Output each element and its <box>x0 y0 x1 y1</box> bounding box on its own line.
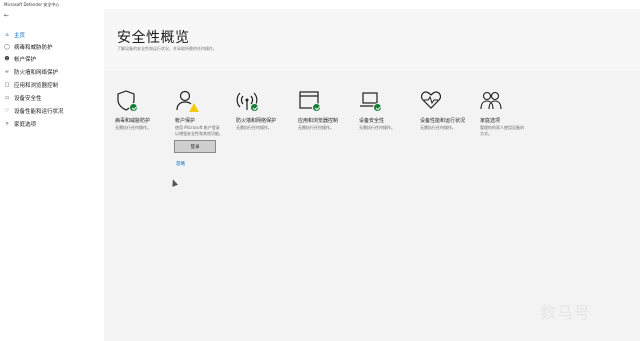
sidebar-item-firewall[interactable]: ≈ 防火墙和网络保护 <box>0 66 104 78</box>
tile-title: 设备安全性 <box>359 118 385 124</box>
sidebar-item-app-browser[interactable]: □ 应用和浏览器控制 <box>0 79 104 91</box>
sidebar: ← ⌂ 主页 ◯ 病毒和威胁防护 ☻ 帐户保护 ≈ 防火墙和网络保护 □ 应用和… <box>0 9 104 341</box>
overview-header: 安全性概览 了解设备的安全性和运行状况，并采取所需的任何操作。 <box>104 9 640 71</box>
tile-device-security[interactable]: 设备安全性 无需执行任何操作。 <box>359 89 419 130</box>
tile-description: 管理你的家人使用设备的 <box>480 125 524 130</box>
family-icon: ⚪ <box>4 121 10 127</box>
tile-account-protection[interactable]: 帐户保护 使用 Microsoft 帐户登录 以增强安全性和其他功能。 <box>175 89 235 136</box>
ok-status-icon <box>129 103 138 112</box>
app-browser-icon <box>298 89 321 112</box>
sidebar-item-home[interactable]: ⌂ 主页 <box>0 29 104 41</box>
tile-device-health[interactable]: 设备性能和运行状况 无需执行任何操作。 <box>420 89 480 130</box>
warning-status-icon <box>189 103 199 112</box>
tile-title: 病毒和威胁防护 <box>115 118 151 124</box>
tile-description: 无需执行任何操作。 <box>359 125 395 130</box>
tile-title: 应用和浏览器控制 <box>298 118 339 124</box>
heart-icon: ♡ <box>4 108 10 114</box>
sidebar-item-device-health[interactable]: ♡ 设备性能和运行状况 <box>0 105 104 117</box>
main-content: 安全性概览 了解设备的安全性和运行状况，并采取所需的任何操作。 病毒和威胁防护 … <box>104 9 640 341</box>
heart-icon <box>420 89 442 111</box>
sidebar-item-device-security[interactable]: ▭ 设备安全性 <box>0 92 104 104</box>
shield-icon <box>115 89 138 112</box>
sidebar-item-label: 设备安全性 <box>14 96 42 102</box>
laptop-icon: ▭ <box>4 95 10 101</box>
tile-description: 无需执行任何操作。 <box>420 125 456 130</box>
tile-family-options[interactable]: 家庭选项 管理你的家人使用设备的 方式。 <box>480 89 540 136</box>
sidebar-item-label: 帐户保护 <box>14 57 37 63</box>
tile-virus-protection[interactable]: 病毒和威胁防护 无需执行任何操作。 <box>115 89 175 130</box>
tile-title: 家庭选项 <box>480 118 501 124</box>
home-icon: ⌂ <box>5 32 9 38</box>
tile-description: 无需执行任何操作。 <box>298 125 334 130</box>
tile-title: 防火墙和网络保护 <box>236 118 277 124</box>
sidebar-item-label: 防火墙和网络保护 <box>14 70 59 76</box>
tile-description: 方式。 <box>480 131 492 136</box>
tile-title: 设备性能和运行状况 <box>420 118 466 124</box>
ok-status-icon <box>373 103 382 112</box>
sidebar-item-label: 主页 <box>14 33 26 39</box>
sidebar-item-label: 病毒和威胁防护 <box>14 45 53 51</box>
tile-description: 无需执行任何操作。 <box>115 125 151 130</box>
person-icon: ☻ <box>4 56 10 62</box>
tile-firewall[interactable]: 防火墙和网络保护 无需执行任何操作。 <box>236 89 296 130</box>
dismiss-link[interactable]: 忽略 <box>176 161 185 167</box>
tile-description: 无需执行任何操作。 <box>236 125 272 130</box>
back-arrow-icon[interactable]: ← <box>4 13 12 19</box>
laptop-icon <box>359 89 382 112</box>
sidebar-item-label: 设备性能和运行状况 <box>14 109 64 115</box>
wifi-icon: ≈ <box>4 69 10 75</box>
ok-status-icon <box>250 103 259 112</box>
window-titlebar: Microsoft Defender 安全中心 <box>0 0 640 9</box>
shield-icon: ◯ <box>4 44 10 50</box>
tile-title: 帐户保护 <box>175 118 196 124</box>
window-title: Microsoft Defender 安全中心 <box>4 2 60 7</box>
wifi-icon <box>236 89 259 112</box>
sidebar-item-label: 家庭选项 <box>14 122 37 128</box>
sidebar-item-virus-protection[interactable]: ◯ 病毒和威胁防护 <box>0 41 104 53</box>
page-title: 安全性概览 <box>117 30 190 46</box>
sidebar-item-label: 应用和浏览器控制 <box>14 83 59 89</box>
sign-in-button[interactable]: 登录 <box>174 140 216 153</box>
person-icon <box>175 89 199 112</box>
sidebar-item-account-protection[interactable]: ☻ 帐户保护 <box>0 53 104 65</box>
app-browser-icon: □ <box>4 82 10 88</box>
tile-description: 以增强安全性和其他功能。 <box>175 131 223 136</box>
ok-status-icon <box>312 103 321 112</box>
page-subtitle: 了解设备的安全性和运行状况，并采取所需的任何操作。 <box>117 46 217 51</box>
tile-description: 使用 Microsoft 帐户登录 <box>175 125 220 130</box>
sidebar-item-family-options[interactable]: ⚪ 家庭选项 <box>0 118 104 130</box>
tile-app-browser[interactable]: 应用和浏览器控制 无需执行任何操作。 <box>298 89 358 130</box>
watermark: 数马号 <box>540 303 592 322</box>
family-icon <box>480 89 502 111</box>
